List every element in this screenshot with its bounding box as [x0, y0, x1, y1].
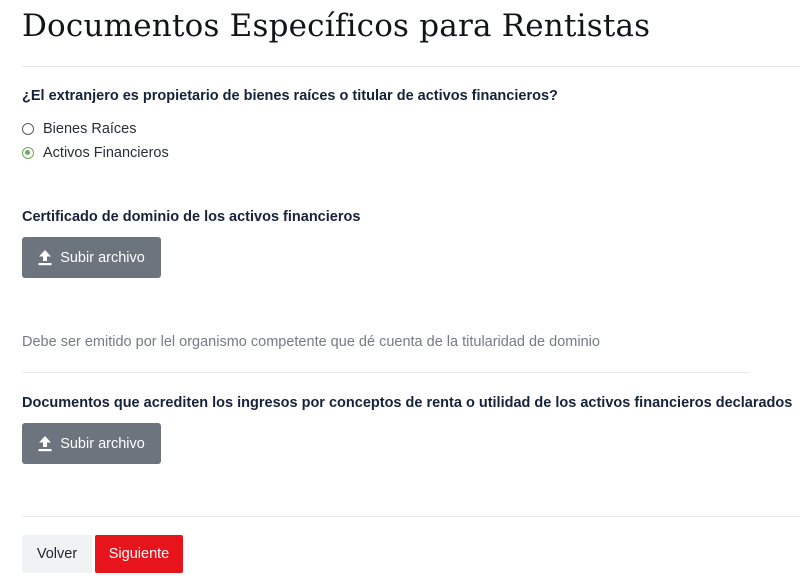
page-title: Documentos Específicos para Rentistas — [22, 8, 651, 44]
radio-label-activos-financieros: Activos Financieros — [43, 145, 169, 161]
ownership-question: ¿El extranjero es propietario de bienes … — [22, 88, 558, 104]
upload-icon — [38, 249, 52, 265]
certificate-field-label: Certificado de dominio de los activos fi… — [22, 209, 361, 225]
income-documents-field-label: Documentos que acrediten los ingresos po… — [22, 395, 793, 411]
upload-certificate-button[interactable]: Subir archivo — [22, 237, 161, 278]
title-divider — [22, 66, 800, 67]
upload-button-label: Subir archivo — [60, 249, 145, 266]
next-button[interactable]: Siguiente — [95, 535, 183, 573]
certificate-help-text: Debe ser emitido por lel organismo compe… — [22, 334, 600, 350]
radio-option-bienes-raices[interactable]: Bienes Raíces — [22, 121, 137, 137]
radio-button-checked[interactable] — [22, 147, 34, 159]
footer-divider — [22, 516, 800, 517]
upload-income-documents-button[interactable]: Subir archivo — [22, 423, 161, 464]
upload-icon — [38, 435, 52, 451]
back-button[interactable]: Volver — [22, 535, 92, 573]
radio-label-bienes-raices: Bienes Raíces — [43, 121, 137, 137]
radio-button-unchecked[interactable] — [22, 123, 34, 135]
upload-button-label: Subir archivo — [60, 435, 145, 452]
radio-option-activos-financieros[interactable]: Activos Financieros — [22, 145, 169, 161]
field-divider — [22, 372, 748, 373]
